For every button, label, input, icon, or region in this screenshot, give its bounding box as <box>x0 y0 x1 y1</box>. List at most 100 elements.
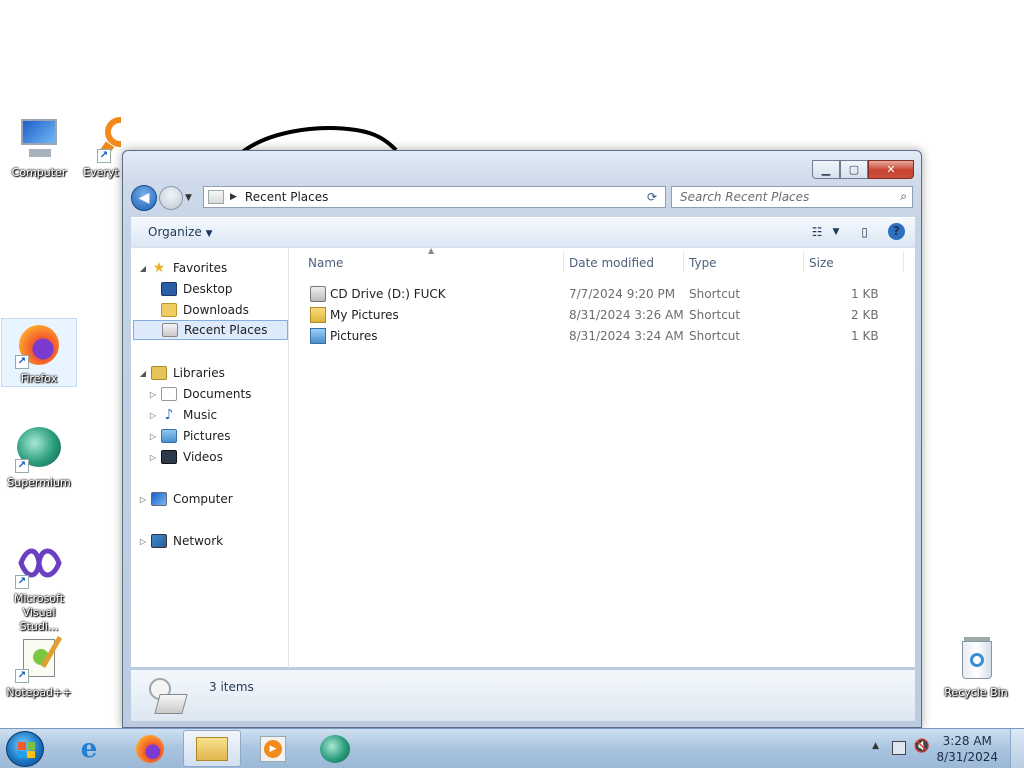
column-divider[interactable] <box>803 252 804 272</box>
collapsed-arrow-icon[interactable]: ▷ <box>137 495 149 504</box>
breadcrumb-separator-icon[interactable]: ▶ <box>230 192 237 202</box>
nav-item-videos[interactable]: ▷ Videos <box>147 447 223 467</box>
nav-label: Desktop <box>183 282 233 296</box>
nav-item-downloads[interactable]: Downloads <box>147 300 249 320</box>
help-icon[interactable]: ? <box>888 223 905 240</box>
nav-item-documents[interactable]: ▷ Documents <box>147 384 251 404</box>
collapsed-arrow-icon[interactable]: ▷ <box>147 390 159 399</box>
search-box[interactable]: Search Recent Places ⌕ <box>671 186 913 208</box>
nav-label: Music <box>183 408 218 422</box>
desktop-icon-firefox[interactable]: ↗ Firefox <box>1 318 77 387</box>
collapsed-arrow-icon[interactable]: ▷ <box>137 537 149 546</box>
column-header-name[interactable]: Name <box>308 256 343 270</box>
nav-item-pictures[interactable]: ▷ Pictures <box>147 426 231 446</box>
recent-pages-dropdown[interactable]: ▼ <box>185 193 195 203</box>
nav-label: Favorites <box>173 261 228 275</box>
network-icon <box>151 534 167 548</box>
close-button[interactable]: ✕ <box>868 160 914 179</box>
taskbar-file-explorer[interactable] <box>183 730 241 767</box>
nav-item-computer[interactable]: ▷ Computer <box>137 489 233 509</box>
desktop-icon-supermium[interactable]: ↗ Supermium <box>1 422 77 491</box>
firefox-icon: ↗ <box>15 321 63 369</box>
taskbar-media-player[interactable]: ▶ <box>244 730 302 767</box>
search-icon[interactable]: ⌕ <box>900 189 907 204</box>
item-count: 3 items <box>209 680 254 694</box>
maximize-button[interactable]: ▢ <box>840 160 868 179</box>
start-button[interactable] <box>6 731 44 767</box>
taskbar: e ▶ ▲ 🔇 3:28 AM 8/31/2024 <box>0 728 1024 768</box>
address-bar[interactable]: ▶ Recent Places ▼ <box>203 186 665 208</box>
refresh-button[interactable]: ⟳ <box>639 186 666 208</box>
desktop-icon-everything[interactable]: ↗ Everyt <box>80 112 122 181</box>
volume-muted-icon[interactable]: 🔇 <box>914 739 930 754</box>
recent-places-icon <box>208 190 224 204</box>
table-row[interactable]: My Pictures 8/31/2024 3:26 AM Shortcut 2… <box>290 305 915 326</box>
desktop-icon-visual-studio[interactable]: ↗ Microsoft Visual Studi... <box>1 538 77 635</box>
desktop-icon-label: Supermium <box>7 476 71 489</box>
back-button[interactable]: ◀ <box>131 185 157 211</box>
supermium-icon: ↗ <box>15 425 63 473</box>
column-header-date-modified[interactable]: Date modified <box>569 256 654 270</box>
minimize-button[interactable]: ▁ <box>812 160 840 179</box>
table-row[interactable]: Pictures 8/31/2024 3:24 AM Shortcut 1 KB <box>290 326 915 347</box>
folder-icon <box>310 307 326 323</box>
file-type: Shortcut <box>689 329 741 343</box>
nav-item-libraries[interactable]: ◢ Libraries <box>137 363 225 383</box>
column-divider[interactable] <box>903 252 904 272</box>
computer-icon <box>151 492 167 506</box>
desktop-icon-computer[interactable]: Computer <box>1 112 77 181</box>
recent-places-large-icon <box>145 674 189 718</box>
notepadpp-icon: ↗ <box>15 635 63 683</box>
column-divider[interactable] <box>683 252 684 272</box>
navigation-pane[interactable]: ◢ ★ Favorites Desktop Downloads Recent P… <box>131 248 289 668</box>
expanded-arrow-icon[interactable]: ◢ <box>137 369 149 378</box>
file-list[interactable]: Name ▲ Date modified Type Size CD Drive … <box>290 246 915 668</box>
collapsed-arrow-icon[interactable]: ▷ <box>147 453 159 462</box>
nav-label: Recent Places <box>184 323 268 337</box>
details-pane: 3 items <box>131 669 915 721</box>
navigation-buttons: ◀ ▼ <box>131 185 195 211</box>
nav-item-desktop[interactable]: Desktop <box>147 279 233 299</box>
nav-item-network[interactable]: ▷ Network <box>137 531 223 551</box>
desktop-icon-label: Computer <box>11 166 67 179</box>
nav-label: Computer <box>173 492 233 506</box>
preview-pane-icon[interactable]: ▯ <box>861 225 868 239</box>
desktop-icon-notepadpp[interactable]: ↗ Notepad++ <box>1 632 77 701</box>
expanded-arrow-icon[interactable]: ◢ <box>137 264 149 273</box>
change-view-icon[interactable]: ☷ <box>812 225 823 239</box>
windows-logo-icon <box>18 742 35 758</box>
taskbar-supermium[interactable] <box>306 730 364 767</box>
column-header-size[interactable]: Size <box>809 256 834 270</box>
nav-item-favorites[interactable]: ◢ ★ Favorites <box>137 258 227 278</box>
nav-item-recent-places[interactable]: Recent Places <box>133 320 288 340</box>
nav-item-music[interactable]: ▷ ♪ Music <box>147 405 217 425</box>
caption-buttons: ▁ ▢ ✕ <box>812 160 914 179</box>
table-row[interactable]: CD Drive (D:) FUCK 7/7/2024 9:20 PM Shor… <box>290 284 915 305</box>
tray-clock[interactable]: 3:28 AM 8/31/2024 <box>936 733 998 765</box>
view-options-dropdown-icon[interactable]: ▼ <box>832 227 839 237</box>
column-divider[interactable] <box>563 252 564 272</box>
file-type: Shortcut <box>689 308 741 322</box>
breadcrumb-recent-places[interactable]: Recent Places <box>245 190 328 204</box>
desktop-icon-recycle-bin[interactable]: Recycle Bin <box>937 632 1015 701</box>
collapsed-arrow-icon[interactable]: ▷ <box>147 411 159 420</box>
libraries-icon <box>151 366 167 380</box>
clock-time: 3:28 AM <box>942 734 992 748</box>
nav-label: Documents <box>183 387 252 401</box>
organize-button[interactable]: Organize ▼ <box>148 225 213 239</box>
file-size: 1 KB <box>851 287 879 301</box>
column-header-type[interactable]: Type <box>689 256 717 270</box>
file-size: 2 KB <box>851 308 879 322</box>
show-hidden-icons-icon[interactable]: ▲ <box>872 741 879 751</box>
taskbar-firefox[interactable] <box>121 730 179 767</box>
nav-label: Downloads <box>183 303 249 317</box>
collapsed-arrow-icon[interactable]: ▷ <box>147 432 159 441</box>
show-desktop-button[interactable] <box>1010 729 1024 768</box>
explorer-window[interactable]: ▁ ▢ ✕ ◀ ▼ ▶ Recent Places ▼ ⟳ Search Rec… <box>122 150 922 728</box>
forward-button[interactable] <box>159 186 183 210</box>
desktop-icon-label: Notepad++ <box>6 686 72 699</box>
network-tray-icon[interactable] <box>892 741 906 755</box>
taskbar-internet-explorer[interactable]: e <box>60 730 118 767</box>
content-area: ◢ ★ Favorites Desktop Downloads Recent P… <box>131 246 915 668</box>
supermium-icon <box>320 734 350 763</box>
